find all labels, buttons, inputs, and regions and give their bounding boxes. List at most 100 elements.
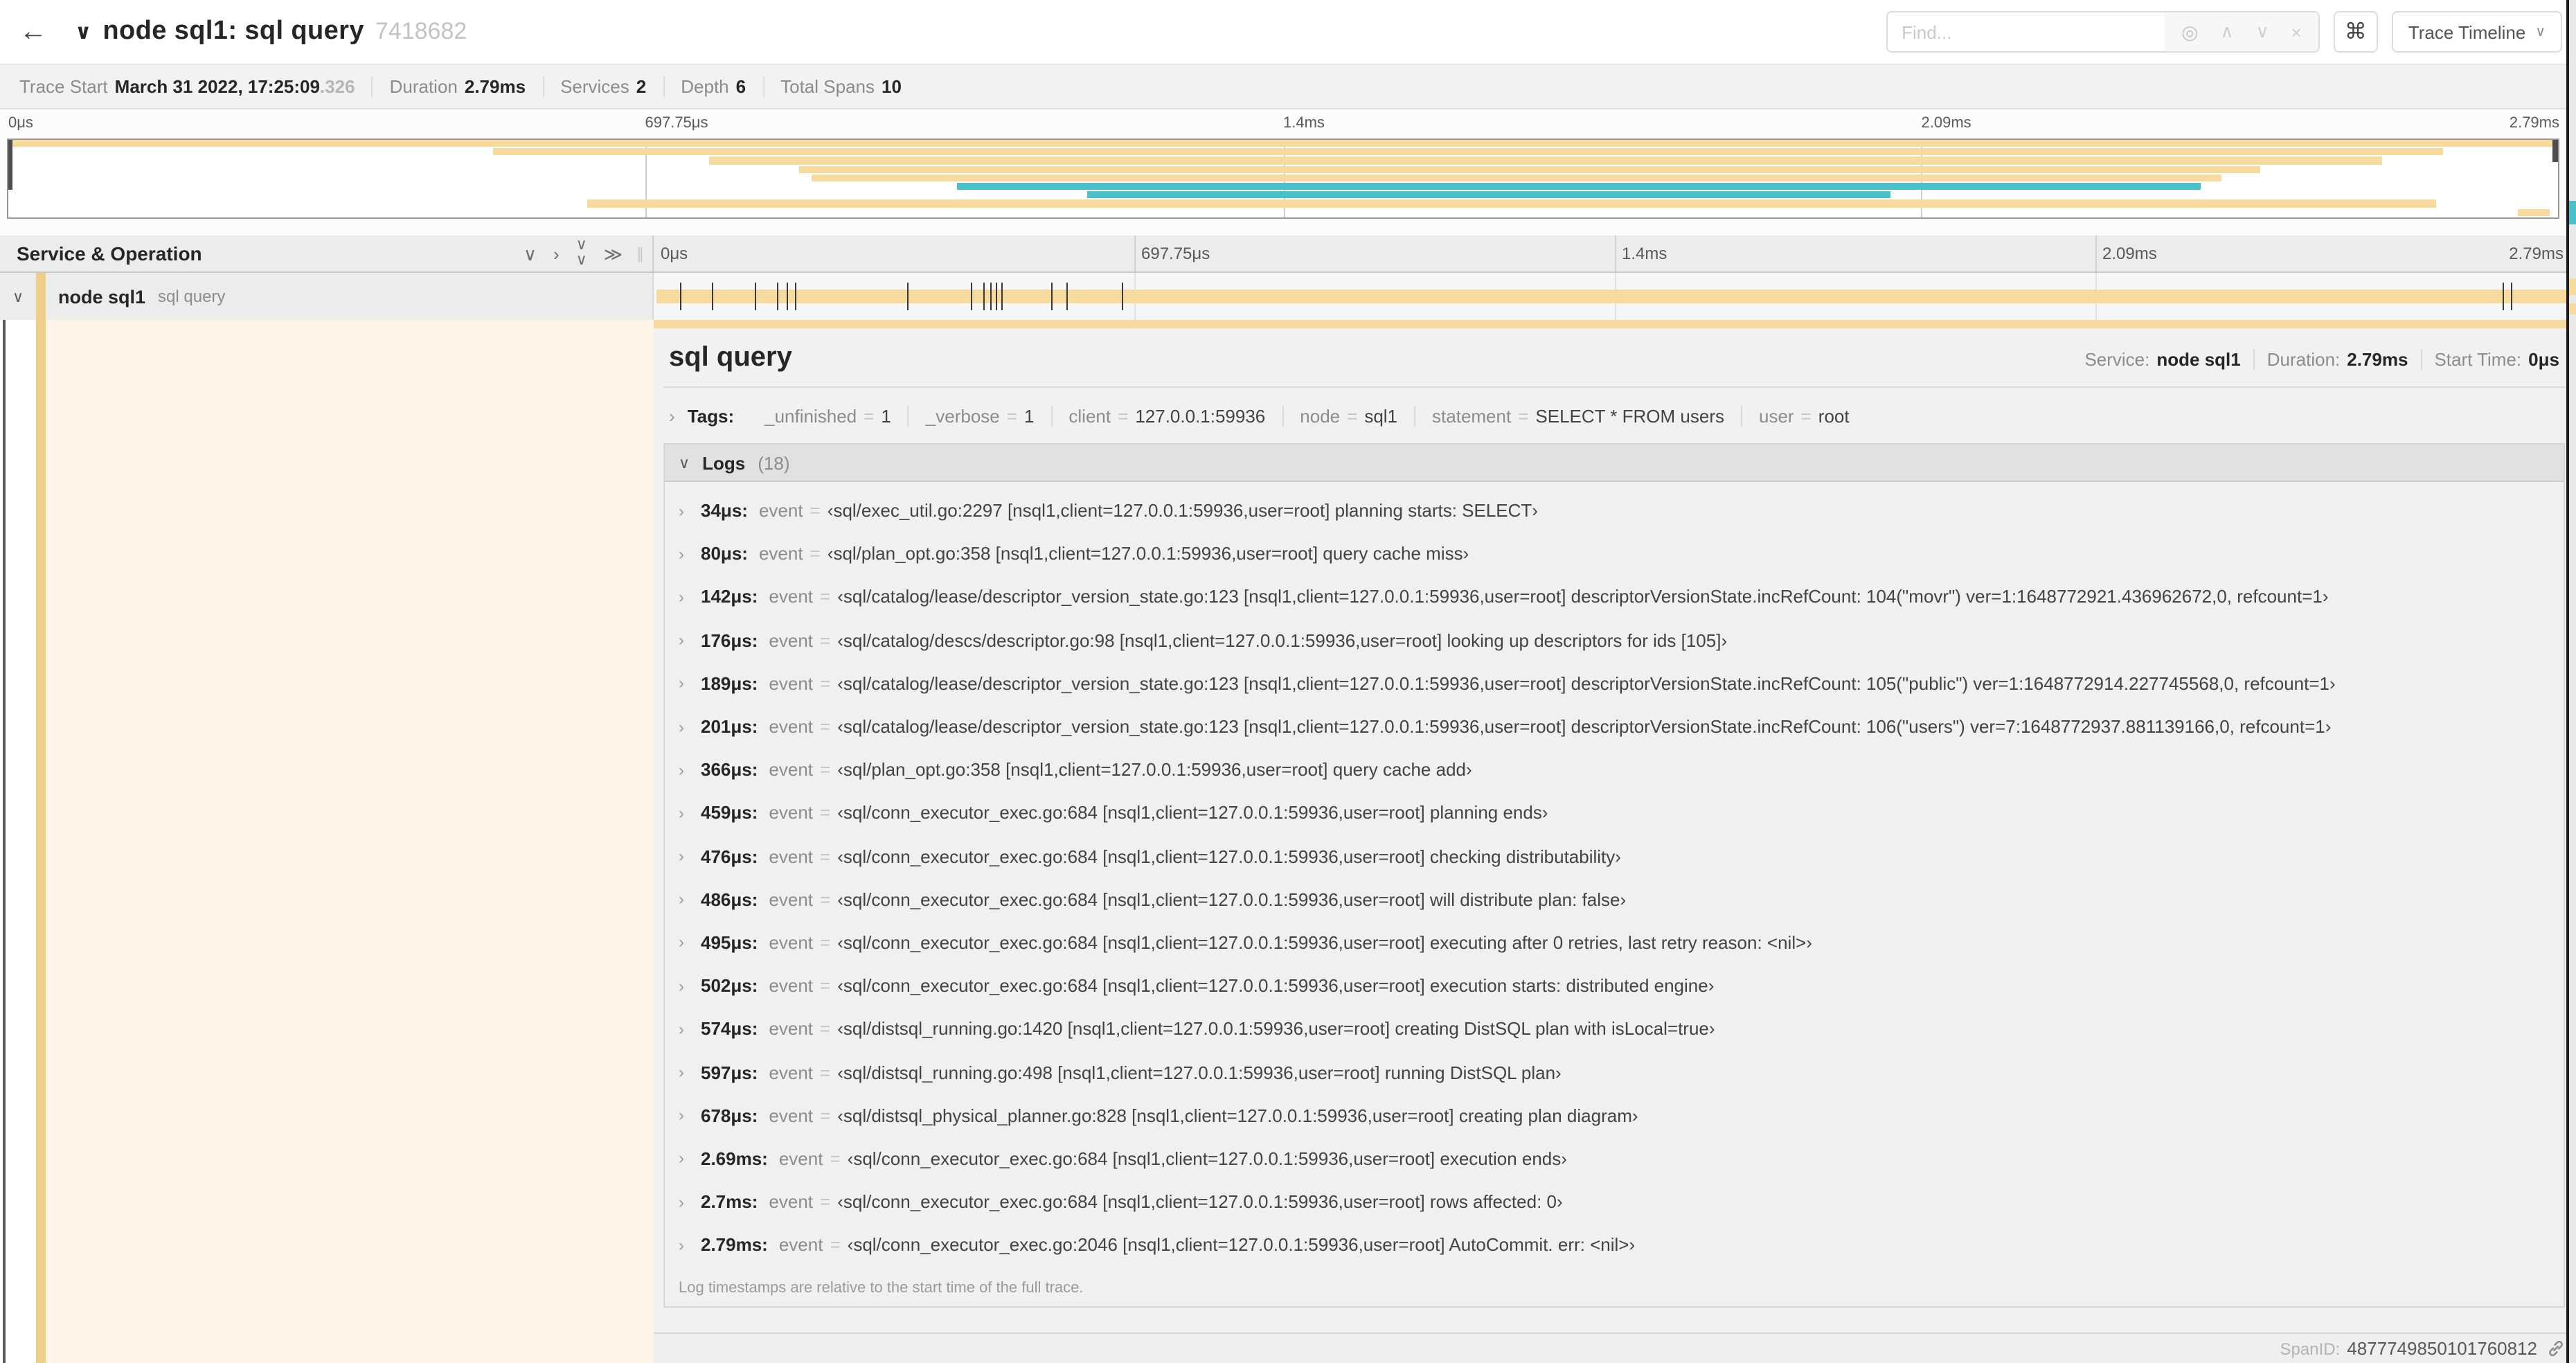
log-entry-row[interactable]: › 142μs: event = ‹sql/catalog/lease/descript…: [665, 576, 2564, 618]
meta-service: Service: node sql1: [2072, 349, 2253, 370]
log-marker-tick: [679, 283, 681, 310]
log-entry-row[interactable]: › 80μs: event = ‹sql/plan_opt.go:358 [nsql1,…: [665, 532, 2564, 575]
span-duration-bar[interactable]: [656, 289, 2572, 303]
log-key: event: [769, 759, 814, 781]
tag-value: root: [1818, 405, 1850, 426]
log-timestamp: 476μs:: [701, 846, 758, 867]
log-entry-row[interactable]: › 366μs: event = ‹sql/plan_opt.go:358 [nsql1…: [665, 748, 2564, 791]
span-operation-name: sql query: [158, 287, 226, 306]
tag-value: 127.0.0.1:59936: [1135, 405, 1266, 426]
column-resizer-grip[interactable]: ∥: [636, 244, 644, 262]
tag-item: _verbose = 1: [907, 405, 1051, 426]
summary-label: Duration: [389, 76, 458, 97]
log-entry-row[interactable]: › 495μs: event = ‹sql/conn_executor_exec.go:…: [665, 921, 2564, 964]
log-entry-row[interactable]: › 502μs: event = ‹sql/conn_executor_exec.go:…: [665, 964, 2564, 1007]
screen-edge-sliver: [2569, 278, 2576, 295]
log-entry-row[interactable]: › 201μs: event = ‹sql/catalog/lease/descript…: [665, 705, 2564, 748]
log-timestamp: 142μs:: [701, 586, 758, 607]
minimap-span-bar: [492, 148, 2444, 156]
chevron-down-icon: ∨: [575, 237, 587, 253]
log-timestamp: 486μs:: [701, 889, 758, 910]
log-event: event = ‹sql/conn_executor_exec.go:2046 [n…: [779, 1235, 1635, 1256]
chevron-right-icon: ›: [679, 976, 684, 996]
equals-sign: =: [830, 1148, 841, 1169]
prev-match-icon[interactable]: ∧: [2221, 21, 2234, 43]
clear-find-icon[interactable]: ×: [2291, 21, 2302, 42]
log-entry-row[interactable]: › 189μs: event = ‹sql/catalog/lease/descript…: [665, 662, 2564, 705]
log-event: event = ‹sql/conn_executor_exec.go:684 [ns…: [769, 889, 1626, 910]
timeline-tick: 1.4ms: [1622, 244, 1667, 263]
log-timestamp: 80μs:: [701, 543, 748, 564]
minimap-right-scrubber[interactable]: [2552, 140, 2558, 162]
tag-key: statement: [1432, 405, 1512, 426]
span-row-timeline[interactable]: [654, 273, 2576, 320]
expand-all-icon[interactable]: ≫: [604, 244, 623, 262]
minimap-tick: 2.09ms: [1921, 115, 1971, 132]
tag-key: user: [1759, 405, 1794, 426]
summary-value-text: March 31 2022, 17:25:09: [114, 76, 320, 97]
focus-match-icon[interactable]: ◎: [2181, 20, 2198, 44]
log-marker-tick: [995, 283, 997, 310]
summary-label: Depth: [681, 76, 729, 97]
screen-edge-sliver: [2569, 303, 2576, 314]
log-entry-row[interactable]: › 2.69ms: event = ‹sql/conn_executor_exec.go…: [665, 1137, 2564, 1180]
summary-value: 6: [735, 76, 746, 97]
tag-value: 1: [881, 405, 891, 426]
app-header: ← ∨ node sql1: sql query 7418682 ◎ ∧ ∨ ×…: [0, 0, 2576, 65]
meta-value: 0μs: [2528, 349, 2559, 370]
logs-header[interactable]: ∨ Logs (18): [665, 445, 2564, 482]
log-marker-tick: [1050, 283, 1053, 310]
timeline-ticks-header: 0μs 697.75μs 1.4ms 2.09ms 2.79ms: [654, 235, 2576, 271]
trace-summary-bar: Trace Start March 31 2022, 17:25:09.326 …: [0, 65, 2576, 109]
log-event: event = ‹sql/conn_executor_exec.go:684 [ns…: [769, 975, 1714, 996]
link-icon[interactable]: [2547, 1339, 2565, 1357]
log-entry-row[interactable]: › 176μs: event = ‹sql/catalog/descs/descript…: [665, 618, 2564, 661]
expand-collapse-controls: ∨ › ∨ ∨ ≫: [524, 238, 623, 269]
back-arrow-icon[interactable]: ←: [19, 16, 66, 48]
log-entry-row[interactable]: › 597μs: event = ‹sql/distsql_running.go:498…: [665, 1051, 2564, 1094]
log-value: ‹sql/conn_executor_exec.go:2046 [nsql1,c…: [847, 1234, 1636, 1256]
detail-right-column: sql query Service: node sql1 Duration: 2…: [654, 320, 2576, 1363]
tags-row[interactable]: › Tags: _unfinished = 1 _verbose = 1 client =…: [663, 399, 2565, 432]
equals-sign: =: [820, 1105, 831, 1126]
minimap-canvas[interactable]: [7, 139, 2559, 219]
collapse-all-icon[interactable]: ∨ ∨: [576, 238, 587, 269]
timeline-gridline: [1134, 235, 1136, 271]
equals-sign: =: [1800, 405, 1812, 426]
minimap-left-scrubber[interactable]: [8, 140, 12, 190]
next-match-icon[interactable]: ∨: [2256, 21, 2269, 43]
tag-value: SELECT * FROM users: [1535, 405, 1724, 426]
equals-sign: =: [820, 846, 831, 867]
log-value: ‹sql/distsql_physical_planner.go:828 [ns…: [837, 1105, 1638, 1126]
logs-footer-note: Log timestamps are relative to the start…: [679, 1280, 1084, 1297]
log-entry-row[interactable]: › 574μs: event = ‹sql/distsql_running.go:142…: [665, 1008, 2564, 1051]
trace-view-dropdown[interactable]: Trace Timeline ∨: [2391, 11, 2562, 53]
command-icon: ⌘: [2344, 21, 2367, 44]
chevron-down-icon: ∨: [679, 455, 690, 472]
find-input[interactable]: [1888, 12, 2165, 51]
span-row-node-sql1[interactable]: ∨ node sql1 sql query: [0, 273, 2576, 320]
log-entry-row[interactable]: › 2.7ms: event = ‹sql/conn_executor_exec.go:…: [665, 1180, 2564, 1223]
log-event: event = ‹sql/conn_executor_exec.go:684 [ns…: [769, 846, 1621, 866]
log-marker-tick: [2510, 283, 2512, 310]
detail-title: sql query: [669, 342, 792, 373]
collapse-trace-chevron-icon[interactable]: ∨: [75, 19, 91, 44]
summary-services: Services 2: [542, 76, 663, 97]
log-event: event = ‹sql/catalog/lease/descriptor_vers…: [769, 716, 2331, 737]
span-row-name-column[interactable]: ∨ node sql1 sql query: [0, 273, 654, 320]
collapse-one-icon[interactable]: ∨: [524, 244, 537, 262]
log-marker-tick: [1122, 283, 1124, 310]
find-group: ◎ ∧ ∨ ×: [1886, 11, 2320, 53]
keyboard-shortcuts-button[interactable]: ⌘: [2333, 11, 2378, 53]
log-entry-row[interactable]: › 486μs: event = ‹sql/conn_executor_exec.go:…: [665, 878, 2564, 920]
expand-one-icon[interactable]: ›: [553, 244, 560, 262]
collapse-children-chevron-icon[interactable]: ∨: [0, 287, 36, 305]
log-entry-row[interactable]: › 476μs: event = ‹sql/conn_executor_exec.go:…: [665, 835, 2564, 878]
equals-sign: =: [820, 759, 831, 781]
log-entry-row[interactable]: › 34μs: event = ‹sql/exec_util.go:2297 [nsql…: [665, 489, 2564, 532]
span-id-value: 4877749850101760812: [2347, 1338, 2537, 1359]
log-entry-row[interactable]: › 678μs: event = ‹sql/distsql_physical_plann…: [665, 1094, 2564, 1137]
log-entry-row[interactable]: › 2.79ms: event = ‹sql/conn_executor_exec.go…: [665, 1223, 2564, 1266]
log-entry-row[interactable]: › 459μs: event = ‹sql/conn_executor_exec.go:…: [665, 792, 2564, 835]
log-timestamp: 495μs:: [701, 932, 758, 953]
